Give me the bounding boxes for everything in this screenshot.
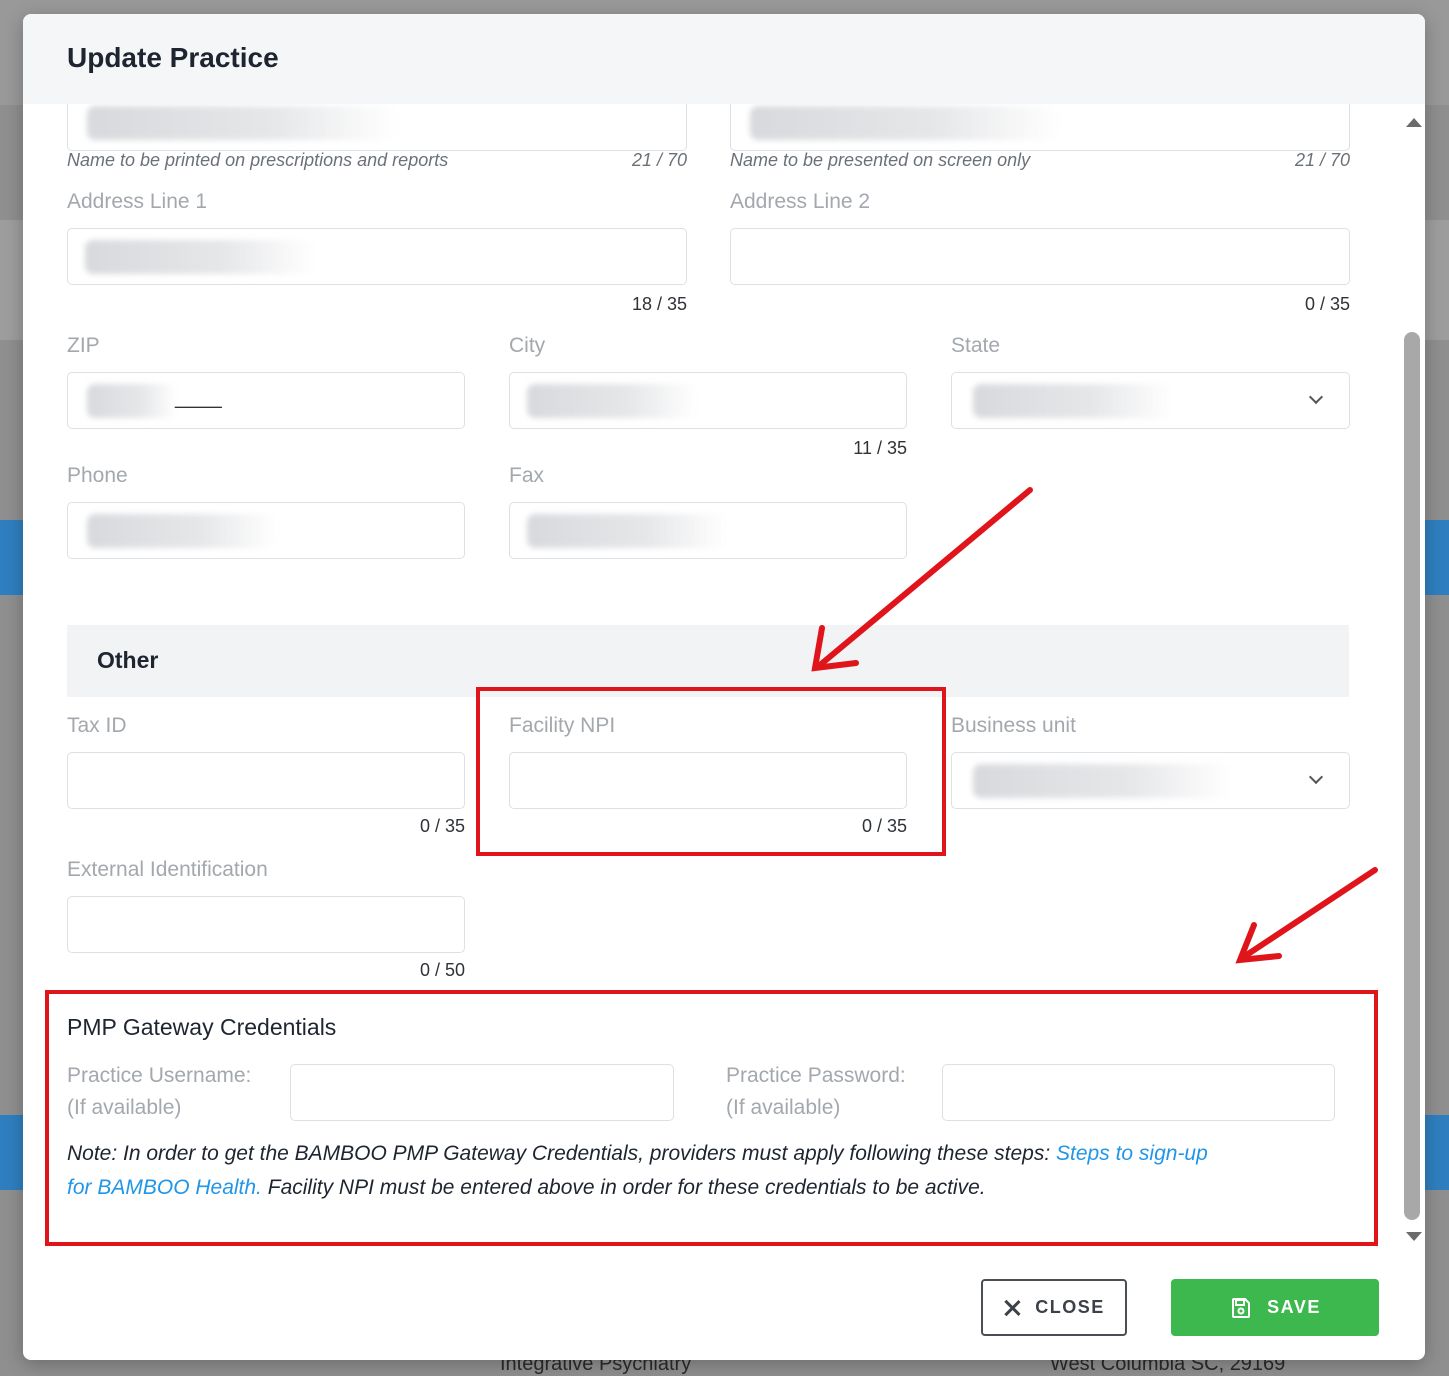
state-value-redacted (973, 384, 1173, 418)
bg-card-left-2 (0, 1115, 23, 1190)
city-counter: 11 / 35 (853, 438, 907, 458)
bg-card-left (0, 520, 23, 595)
printed-name-counter: 21 / 70 (631, 150, 687, 170)
external-id-counter: 0 / 50 (419, 960, 465, 980)
close-icon (1003, 1299, 1021, 1317)
address1-counter: 18 / 35 (631, 294, 687, 314)
fax-label: Fax (509, 464, 545, 487)
city-value-redacted (527, 384, 697, 418)
zip-value-redacted (87, 384, 177, 418)
floppy-disk-icon (1232, 1297, 1251, 1318)
screen-name-hint: Name to be presented on screen only (730, 150, 1031, 170)
scroll-up-arrow-icon[interactable] (1406, 118, 1422, 127)
screen-name-value-redacted (750, 106, 1060, 140)
close-button[interactable]: CLOSE (981, 1279, 1127, 1336)
address2-input[interactable] (730, 228, 1350, 285)
tax-id-counter: 0 / 35 (419, 816, 465, 836)
bg-card-right (1425, 520, 1449, 595)
business-unit-label: Business unit (951, 714, 1076, 737)
printed-name-hint: Name to be printed on prescriptions and … (67, 150, 449, 170)
zip-mask: ____ (175, 386, 222, 409)
address2-label: Address Line 2 (730, 190, 871, 213)
city-label: City (509, 334, 546, 357)
fax-value-redacted (527, 514, 727, 548)
other-section-title: Other (97, 647, 159, 673)
annotation-box-facility-npi (476, 687, 946, 856)
printed-name-value-redacted (87, 106, 397, 140)
business-unit-value-redacted (973, 764, 1233, 798)
tax-id-label: Tax ID (67, 714, 127, 737)
annotation-box-pmp-credentials (45, 990, 1378, 1246)
modal-header: Update Practice (23, 14, 1425, 104)
bg-card-right-2 (1425, 1115, 1449, 1190)
modal-scrollbar[interactable] (1399, 104, 1425, 1254)
address1-label: Address Line 1 (67, 190, 208, 213)
phone-label: Phone (67, 464, 128, 487)
zip-label: ZIP (67, 334, 100, 357)
close-button-label: CLOSE (1035, 1297, 1105, 1317)
modal-title: Update Practice (67, 42, 279, 73)
phone-value-redacted (87, 514, 277, 548)
save-button[interactable]: SAVE (1171, 1279, 1379, 1336)
tax-id-input[interactable] (67, 752, 465, 809)
external-id-input[interactable] (67, 896, 465, 953)
state-label: State (951, 334, 1001, 357)
address1-value-redacted (85, 240, 315, 274)
screen-name-counter: 21 / 70 (1294, 150, 1350, 170)
scroll-down-arrow-icon[interactable] (1406, 1232, 1422, 1241)
external-id-label: External Identification (67, 858, 268, 881)
address2-counter: 0 / 35 (1304, 294, 1350, 314)
save-button-label: SAVE (1267, 1297, 1321, 1317)
scroll-thumb[interactable] (1404, 332, 1420, 1220)
